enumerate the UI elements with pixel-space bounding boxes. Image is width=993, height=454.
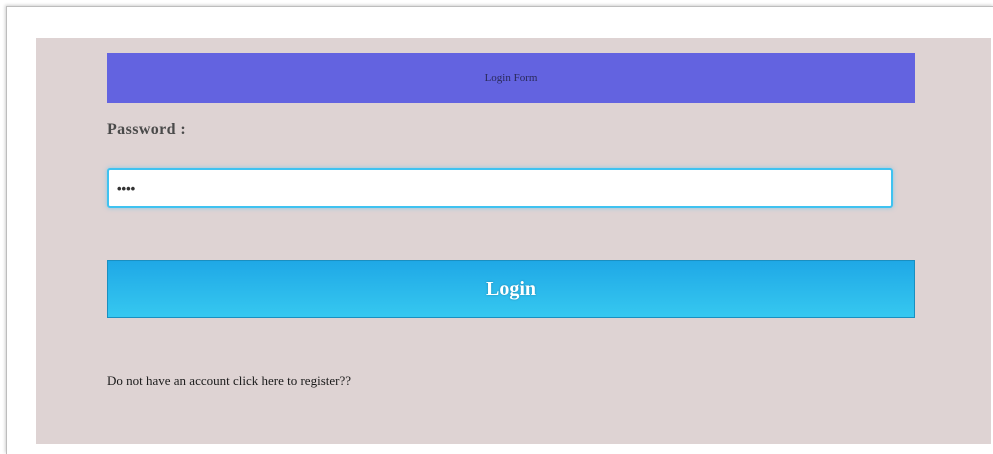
form-title: Login Form: [484, 72, 538, 84]
page-frame: Login Form Password : Login Do not have …: [6, 6, 993, 454]
register-link[interactable]: Do not have an account click here to reg…: [107, 373, 351, 389]
password-label: Password :: [107, 121, 187, 138]
password-field[interactable]: [107, 168, 893, 208]
login-panel: Login Form Password : Login Do not have …: [36, 38, 991, 444]
form-header: Login Form: [107, 53, 915, 103]
login-button[interactable]: Login: [107, 260, 915, 318]
